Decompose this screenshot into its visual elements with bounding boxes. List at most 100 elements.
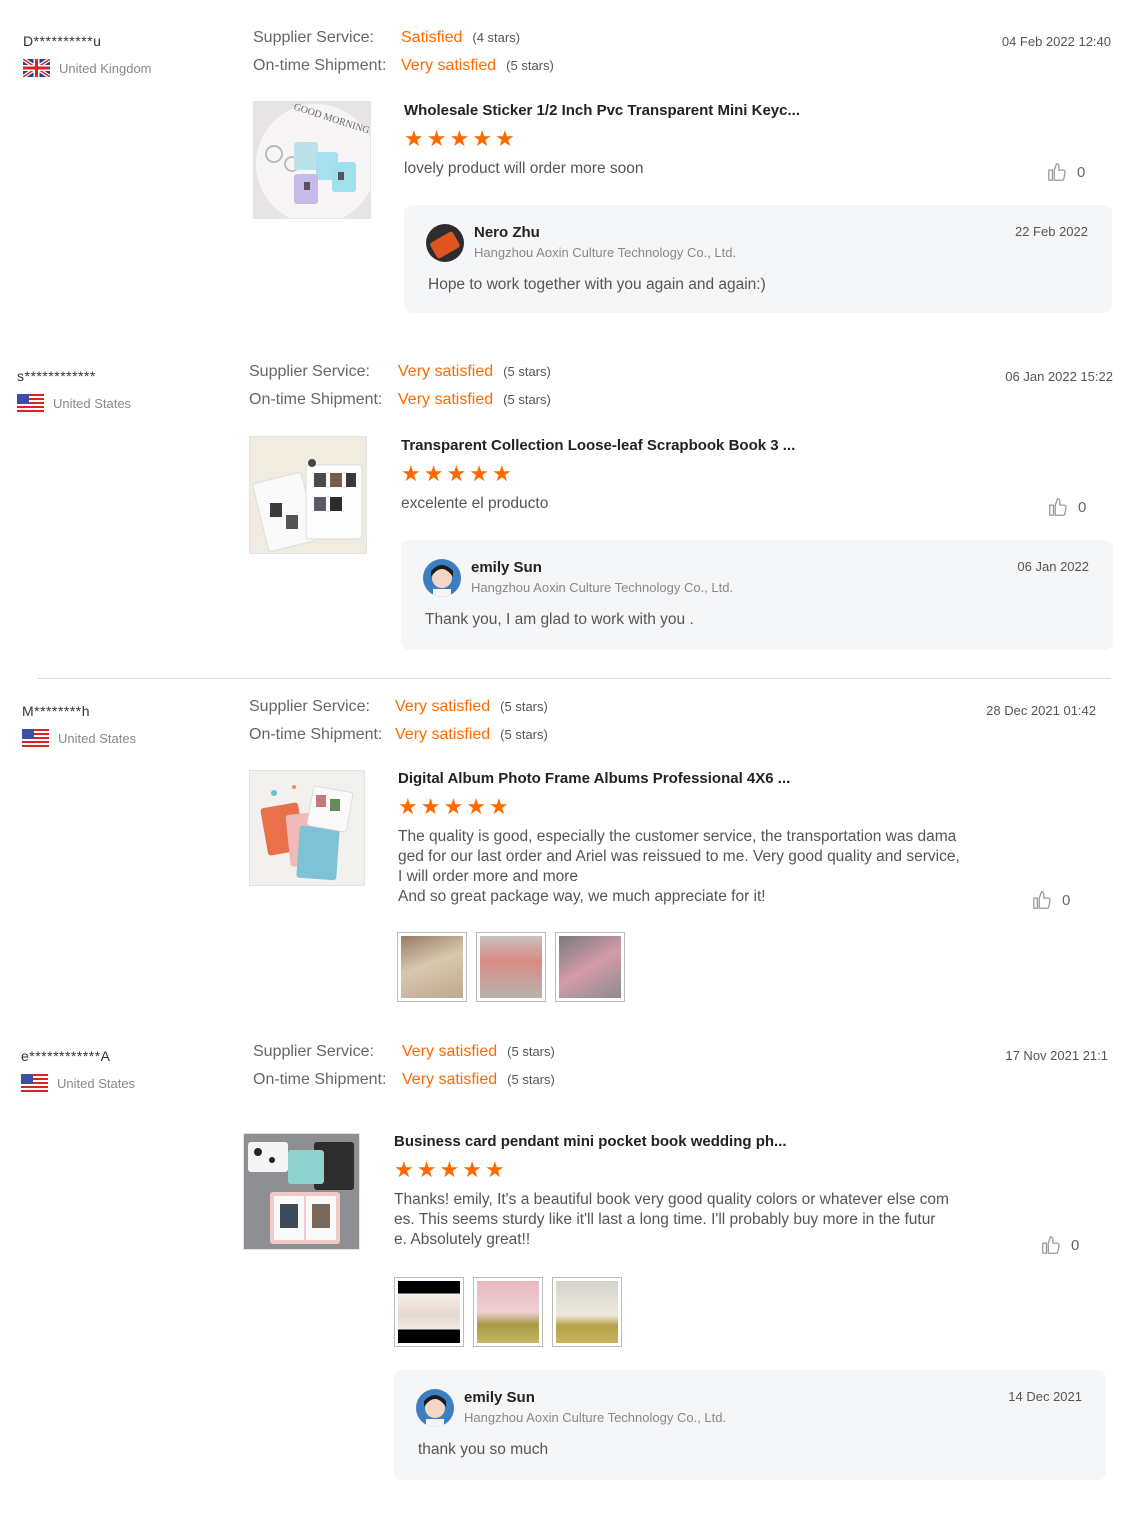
ontime-shipment-value: Very satisfied xyxy=(398,391,494,408)
rating-summary: Supplier Service: Very satisfied (5 star… xyxy=(249,363,551,419)
star-icon: ★ xyxy=(462,1157,482,1182)
supplier-reply: Nero Zhu Hangzhou Aoxin Culture Technolo… xyxy=(404,205,1112,313)
like-button[interactable]: 0 xyxy=(1040,1234,1079,1256)
country-label: United Kingdom xyxy=(59,60,152,76)
review-comment: The quality is good, especially the cust… xyxy=(398,827,960,907)
reply-text: Hope to work together with you again and… xyxy=(428,276,766,293)
review-body: Wholesale Sticker 1/2 Inch Pvc Transpare… xyxy=(404,102,800,179)
reviewer-name: e************A xyxy=(21,1048,111,1064)
star-icon: ★ xyxy=(449,126,470,151)
like-count: 0 xyxy=(1077,163,1086,181)
reply-author: emily Sun xyxy=(471,559,542,576)
product-title[interactable]: Digital Album Photo Frame Albums Profess… xyxy=(398,770,960,787)
comment-line: The quality is good, especially the cust… xyxy=(398,828,957,845)
supplier-service-stars: (5 stars) xyxy=(507,1044,555,1059)
reply-date: 14 Dec 2021 xyxy=(1008,1389,1082,1404)
star-icon: ★ xyxy=(466,794,486,819)
product-thumbnail[interactable] xyxy=(249,770,365,886)
review-photo[interactable] xyxy=(397,932,467,1002)
star-rating: ★ ★ ★ ★ ★ xyxy=(394,1159,949,1181)
star-rating: ★ ★ ★ ★ ★ xyxy=(401,463,795,485)
like-button[interactable]: 0 xyxy=(1046,161,1085,183)
rating-summary: Supplier Service: Satisfied (4 stars) On… xyxy=(253,29,554,85)
review-photo[interactable] xyxy=(473,1277,543,1347)
ontime-shipment-stars: (5 stars) xyxy=(503,392,551,407)
star-icon: ★ xyxy=(398,794,418,819)
reviewer-name: M********h xyxy=(22,703,91,719)
ontime-shipment-label: On-time Shipment: xyxy=(253,1071,387,1088)
avatar xyxy=(416,1389,454,1427)
reviewer-info: D**********u United Kingdom xyxy=(23,33,152,77)
uk-flag-icon xyxy=(23,59,50,77)
comment-line: I will order more and more xyxy=(398,868,579,885)
star-icon: ★ xyxy=(439,1157,460,1182)
review-body: Transparent Collection Loose-leaf Scrapb… xyxy=(401,437,795,514)
star-icon: ★ xyxy=(488,794,509,819)
review-photo[interactable] xyxy=(555,932,625,1002)
ontime-shipment-value: Very satisfied xyxy=(401,57,497,74)
ontime-shipment-label: On-time Shipment: xyxy=(249,726,383,743)
like-button[interactable]: 0 xyxy=(1047,496,1086,518)
product-title[interactable]: Wholesale Sticker 1/2 Inch Pvc Transpare… xyxy=(404,102,800,119)
product-thumbnail[interactable] xyxy=(249,436,367,554)
review-comment: lovely product will order more soon xyxy=(404,159,800,179)
review-date: 06 Jan 2022 15:22 xyxy=(1005,369,1113,384)
review-comment: excelente el producto xyxy=(401,494,795,514)
us-flag-icon xyxy=(21,1074,48,1092)
supplier-service-label: Supplier Service: xyxy=(249,363,370,380)
reply-date: 22 Feb 2022 xyxy=(1014,224,1088,239)
star-icon: ★ xyxy=(494,126,515,151)
reviewer-name: s************ xyxy=(17,368,96,384)
reply-company: Hangzhou Aoxin Culture Technology Co., L… xyxy=(464,1410,727,1425)
comment-line: Thanks! emily, It's a beautiful book ver… xyxy=(394,1191,949,1208)
star-icon: ★ xyxy=(443,794,464,819)
comment-line: And so great package way, we much apprec… xyxy=(398,888,766,905)
review-photo[interactable] xyxy=(476,932,546,1002)
ontime-shipment-stars: (5 stars) xyxy=(500,727,548,742)
review-date: 04 Feb 2022 12:40 xyxy=(1001,34,1111,49)
reviewer-info: M********h United States xyxy=(22,703,136,747)
supplier-reply: emily Sun Hangzhou Aoxin Culture Technol… xyxy=(401,540,1113,650)
ontime-shipment-label: On-time Shipment: xyxy=(253,57,387,74)
country-label: United States xyxy=(57,1075,136,1091)
star-icon: ★ xyxy=(420,794,441,819)
star-icon: ★ xyxy=(491,461,512,486)
reviewer-info: e************A United States xyxy=(21,1048,135,1092)
country-label: United States xyxy=(58,730,137,746)
review-photo[interactable] xyxy=(552,1277,622,1347)
review-photo[interactable] xyxy=(394,1277,464,1347)
star-icon: ★ xyxy=(484,1157,505,1182)
like-button[interactable]: 0 xyxy=(1031,889,1070,911)
reviewer-info: s************ United States xyxy=(17,368,131,412)
star-icon: ★ xyxy=(401,461,421,486)
product-title[interactable]: Business card pendant mini pocket book w… xyxy=(394,1133,949,1150)
like-count: 0 xyxy=(1071,1236,1080,1254)
star-icon: ★ xyxy=(472,126,492,151)
reviewer-country: United States xyxy=(17,394,131,412)
thumbs-up-icon xyxy=(1046,161,1068,183)
star-rating: ★ ★ ★ ★ ★ xyxy=(398,796,960,818)
review-body: Digital Album Photo Frame Albums Profess… xyxy=(398,770,960,907)
ontime-shipment-stars: (5 stars) xyxy=(507,1072,555,1087)
product-thumbnail[interactable] xyxy=(243,1133,360,1250)
avatar xyxy=(426,224,464,262)
review-date: 28 Dec 2021 01:42 xyxy=(986,703,1096,718)
reviewer-country: United Kingdom xyxy=(23,59,152,77)
star-icon: ★ xyxy=(416,1157,437,1182)
supplier-service-label: Supplier Service: xyxy=(253,29,374,46)
ontime-shipment-label: On-time Shipment: xyxy=(249,391,383,408)
supplier-service-value: Very satisfied xyxy=(402,1043,498,1060)
product-title[interactable]: Transparent Collection Loose-leaf Scrapb… xyxy=(401,437,795,454)
supplier-service-label: Supplier Service: xyxy=(253,1043,374,1060)
star-rating: ★ ★ ★ ★ ★ xyxy=(404,128,800,150)
product-thumbnail[interactable]: GOOD MORNING xyxy=(253,101,371,219)
reply-author: emily Sun xyxy=(464,1389,535,1406)
reply-company: Hangzhou Aoxin Culture Technology Co., L… xyxy=(474,245,737,260)
star-icon: ★ xyxy=(423,461,444,486)
star-icon: ★ xyxy=(426,126,447,151)
comment-line: es. This seems sturdy like it'll last a … xyxy=(394,1211,936,1228)
supplier-service-value: Very satisfied xyxy=(395,698,491,715)
us-flag-icon xyxy=(22,729,49,747)
like-count: 0 xyxy=(1062,891,1071,909)
comment-line: excelente el producto xyxy=(401,495,549,512)
